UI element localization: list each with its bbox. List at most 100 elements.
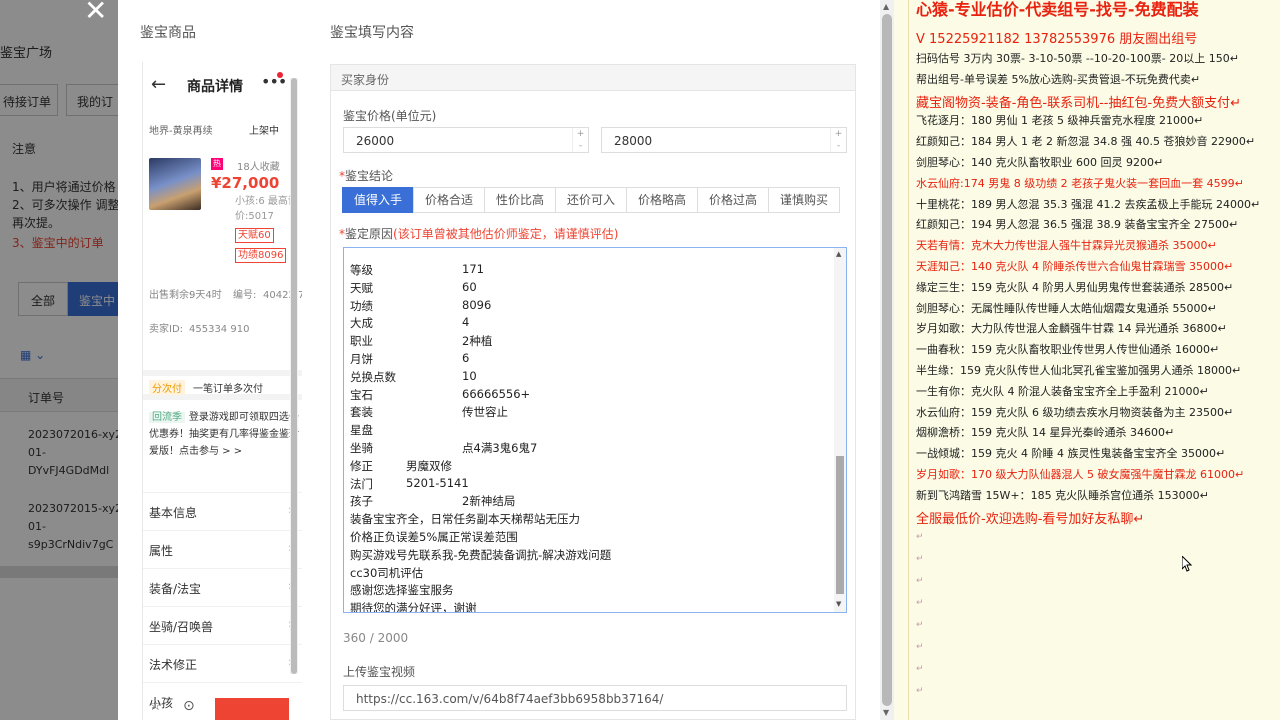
notes-document: 心猿-专业估价-代卖组号-找号-免费配装 V 15225921182 13782… bbox=[894, 0, 1280, 720]
video-url-input[interactable]: https://cc.163.com/v/64b8f74aef3bb6958bb… bbox=[343, 685, 847, 711]
reason-field-label: 等级 bbox=[350, 263, 373, 277]
stepper-icon[interactable]: + - bbox=[572, 128, 588, 152]
paragraph-mark: ↵ bbox=[916, 532, 924, 543]
paragraph-mark: ↵ bbox=[916, 664, 924, 675]
appraisal-modal: 鉴宝商品 ← 商品详情 ••• 地界-黄泉再续 上架中 热 18人收藏 ¥27,… bbox=[118, 0, 894, 720]
reason-field-label: 职业 bbox=[350, 334, 373, 349]
scroll-up-icon[interactable]: ▲ bbox=[883, 2, 889, 11]
conclusion-option[interactable]: 谨慎购买 bbox=[768, 187, 840, 213]
reason-field-label: 坐骑 bbox=[350, 441, 373, 455]
scroll-down-icon[interactable]: ▼ bbox=[883, 708, 889, 717]
reason-field-value: 5201-5141 bbox=[406, 475, 469, 490]
buy-button[interactable] bbox=[215, 698, 289, 720]
reason-field-value: 8096 bbox=[462, 297, 492, 312]
doc-line: 剑胆琴心：无属性睡队传世睡人太皓仙烟霞女鬼通杀 55000↵ bbox=[916, 301, 1217, 315]
arrow-left-icon[interactable]: ← bbox=[151, 74, 166, 95]
menu-equipment[interactable]: 装备/法宝› bbox=[143, 568, 302, 606]
star-icon[interactable]: ☆ bbox=[149, 698, 162, 714]
reason-label: *鉴定原因(该订单曾被其他估价师鉴定，请谨慎评估) bbox=[339, 227, 619, 241]
phone-title: 商品详情 bbox=[187, 79, 243, 95]
server-name: 地界-黄泉再续 bbox=[149, 126, 213, 137]
conclusion-option[interactable]: 价格略高 bbox=[626, 187, 698, 213]
doc-line: 一曲春秋：159 克火队畜牧职业传世男人传世仙通杀 16000↵ bbox=[916, 343, 1220, 357]
doc-line: 岁月如歌：大力队传世混人金麟强牛甘霖 14 异光通杀 36800↵ bbox=[916, 322, 1227, 336]
character-avatar bbox=[149, 158, 201, 210]
conclusion-option[interactable]: 值得入手 bbox=[342, 187, 414, 213]
doc-line: 剑胆琴心：140 克火队畜牧职业 600 回灵 9200↵ bbox=[916, 156, 1164, 169]
sold-value: 9天4时 bbox=[189, 290, 222, 301]
phone-header: ← 商品详情 ••• bbox=[143, 62, 302, 106]
menu-mounts[interactable]: 坐骑/召唤兽› bbox=[143, 606, 302, 644]
doc-line: 全服最低价-欢迎选购-看号加好友私聊↵ bbox=[916, 511, 1145, 527]
form-column-title: 鉴宝填写内容 bbox=[330, 25, 414, 41]
price-max-input[interactable]: 28000 + - bbox=[601, 127, 847, 153]
reason-field-label: 大成 bbox=[350, 316, 373, 331]
paragraph-mark: ↵ bbox=[916, 598, 924, 609]
event-promo[interactable]: 回流季 登录游戏即可领取四选一优惠券！抽奖更有几率得鉴金鉴珍爱版！点击参与 > … bbox=[149, 408, 299, 460]
doc-line: 半生缘：159 克火队传世人仙北冥孔雀宝鉴加强男人通杀 18000↵ bbox=[916, 364, 1242, 377]
doc-line: 扫码估号 3万内 30票- 3-10-50票 --10-20-100票- 20以… bbox=[916, 52, 1239, 65]
menu-attributes[interactable]: 属性› bbox=[143, 530, 302, 568]
price-label: 鉴宝价格(单位元) bbox=[343, 109, 437, 123]
product-column-title: 鉴宝商品 bbox=[140, 25, 196, 41]
conclusion-option[interactable]: 价格合适 bbox=[413, 187, 485, 213]
background-page: 鉴宝广场 待接订单 我的订 注意 1、用户将通过价格 2、可多次操作 调整 再次… bbox=[0, 0, 118, 720]
doc-line: 缘定三生：159 克火队 4 阶男人男仙男鬼传世套装通杀 28500↵ bbox=[916, 280, 1234, 294]
close-icon[interactable]: ✕ bbox=[84, 0, 107, 27]
product-price: ¥27,000 bbox=[211, 174, 280, 192]
menu-spell-correction[interactable]: 法术修正› bbox=[143, 644, 302, 682]
paragraph-mark: ↵ bbox=[916, 576, 924, 587]
doc-header: 心猿-专业估价-代卖组号-找号-免费配装 bbox=[916, 0, 1199, 19]
doc-line: 一战倾城：159 克火 4 阶睡 4 族灵性鬼装备宝宝齐全 35000↵ bbox=[916, 447, 1226, 461]
seller-label: 卖家ID: bbox=[149, 324, 184, 335]
reason-field-value: 10 bbox=[462, 368, 477, 383]
reason-field-label: 套装 bbox=[350, 405, 373, 420]
video-label: 上传鉴宝视频 bbox=[343, 665, 416, 679]
doc-line: 新到飞鸿踏雪 15W+：185 克火队睡杀宫位通杀 153000↵ bbox=[916, 488, 1209, 502]
section-header: 买家身份 bbox=[331, 65, 855, 91]
reason-hint: (该订单曾被其他估价师鉴定，请谨慎评估) bbox=[393, 227, 619, 241]
reason-field-value: 60 bbox=[462, 279, 477, 294]
textarea-scrollbar[interactable]: ▲ ▼ bbox=[834, 248, 846, 612]
reason-field-label: 月饼 bbox=[350, 352, 373, 366]
conclusion-option[interactable]: 性价比高 bbox=[484, 187, 556, 213]
doc-line: 一生有你：克火队 4 阶混人装备宝宝齐全上手盈利 21000↵ bbox=[916, 384, 1209, 398]
reason-field-label: 宝石 bbox=[350, 387, 373, 402]
reason-field-label: 功绩 bbox=[350, 298, 373, 313]
reason-field-value: 2新神结局 bbox=[462, 494, 516, 509]
mouse-cursor-icon bbox=[1181, 554, 1193, 572]
product-scrollbar[interactable] bbox=[290, 78, 298, 674]
installment-promo[interactable]: 分次付 一笔订单多次付 bbox=[143, 370, 302, 400]
notification-dot bbox=[277, 72, 283, 78]
conclusion-option[interactable]: 还价可入 bbox=[555, 187, 627, 213]
id-label: 编号: bbox=[233, 290, 257, 301]
reason-field-value: 66666556+ bbox=[462, 386, 531, 401]
conclusion-option[interactable]: 价格过高 bbox=[697, 187, 769, 213]
reason-field-value: 2种植 bbox=[462, 334, 493, 349]
scroll-down-icon[interactable]: ▼ bbox=[836, 600, 841, 608]
reason-text-line: 价格正负误差5%属正常误差范围 bbox=[350, 530, 518, 544]
reason-textarea[interactable]: ▲ ▼ 等级 171 天赋 60 功绩 8096 大成 4 职业 2种植 月饼 6 兑换点数 10 宝石 66… bbox=[343, 247, 847, 613]
stepper-icon[interactable]: + - bbox=[830, 128, 846, 152]
reason-text-line: 装备宝宝齐全，日常任务副本天梯帮站无压力 bbox=[350, 512, 580, 527]
reason-field-value: 点4满3鬼6鬼7 bbox=[462, 441, 538, 455]
menu-basic-info[interactable]: 基本信息› bbox=[143, 492, 302, 530]
doc-line: 红颜知己：194 男人忽混 36.5 强混 38.9 装备宝宝齐全 27500↵ bbox=[916, 218, 1239, 232]
listing-status: 上架中 bbox=[249, 126, 279, 137]
reason-field-label: 修正 bbox=[350, 458, 373, 473]
paragraph-mark: ↵ bbox=[916, 686, 924, 697]
info-icon[interactable]: ⊙ bbox=[183, 698, 195, 714]
product-phone-preview: ← 商品详情 ••• 地界-黄泉再续 上架中 热 18人收藏 ¥27,000 小… bbox=[142, 62, 302, 720]
doc-line: 烟柳澹桥：159 克火队 14 星异光秦岭通杀 34600↵ bbox=[916, 426, 1175, 440]
document-margin bbox=[908, 0, 909, 720]
scroll-up-icon[interactable]: ▲ bbox=[836, 250, 841, 258]
sold-label: 出售剩余: bbox=[149, 290, 193, 301]
doc-line: 藏宝阁物资-装备-角色-联系司机--抽红包-免费大额支付↵ bbox=[916, 95, 1242, 111]
doc-line: 十里桃花：189 男人忽混 35.3 强混 41.2 去疾孟极上手能玩 2400… bbox=[916, 197, 1261, 211]
reason-field-label: 星盘 bbox=[350, 423, 373, 438]
reason-field-value: 男魔双修 bbox=[406, 458, 452, 473]
char-count: 360 / 2000 bbox=[343, 631, 409, 645]
doc-line: 水云仙府:174 男鬼 8 级功绩 2 老孩子鬼火装一套回血一套 4599↵ bbox=[916, 176, 1244, 190]
price-min-input[interactable]: 26000 + - bbox=[343, 127, 589, 153]
modal-scrollbar[interactable]: ▲ ▼ bbox=[880, 0, 894, 720]
